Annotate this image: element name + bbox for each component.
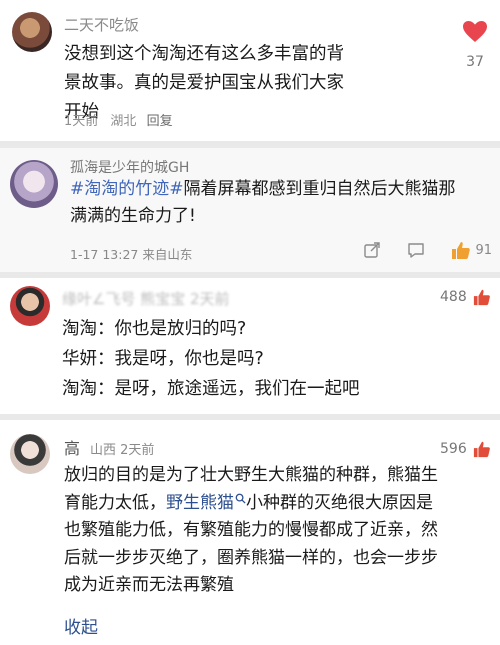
username[interactable]: 二天不吃饭 <box>64 14 139 35</box>
like-button[interactable]: 91 <box>451 240 492 260</box>
heart-icon <box>463 21 487 42</box>
avatar[interactable] <box>10 434 50 474</box>
avatar[interactable] <box>10 160 58 208</box>
comment-text-span: 小种群的灭绝很大原因是 <box>246 492 433 513</box>
location-time: 山西 2天前 <box>90 443 155 458</box>
comment-line: 成为近亲而无法再繁殖 <box>64 575 234 595</box>
comment-line: 淘淘：是呀，旅途遥远，我们在一起吧 <box>62 379 360 399</box>
like-button[interactable]: 488 <box>440 288 491 306</box>
comment-card-3: 缘叶∠飞号 熊宝宝 2天前 淘淘：你也是放归的吗? 华妍：我是呀，你也是吗? 淘… <box>0 278 500 414</box>
like-button[interactable]: 596 <box>440 440 491 458</box>
comment-line: 后就一步步灭绝了，圈养熊猫一样的，也会一步步 <box>64 547 438 568</box>
like-button[interactable]: 37 <box>457 20 493 70</box>
comment-text: #淘淘的竹迹#隔着屏幕都感到重归自然后大熊猫那 满满的生命力了! <box>70 176 485 230</box>
comment-line: 育能力太低，野生熊猫 小种群的灭绝很大原因是 <box>64 490 484 518</box>
comment-line: 满满的生命力了! <box>70 206 196 226</box>
comment-text: 淘淘：你也是放归的吗? 华妍：我是呀，你也是吗? 淘淘：是呀，旅途遥远，我们在一… <box>62 314 442 404</box>
comment-meta: 1-17 13:27 来自山东 <box>70 247 193 262</box>
comment-icon <box>408 243 425 258</box>
comment-meta: 1天前 湖北 回复 <box>64 110 173 129</box>
like-count: 91 <box>475 242 492 258</box>
comment-text-span: 隔着屏幕都感到重归自然后大熊猫那 <box>183 179 456 199</box>
comment-line: 没想到这个淘淘还有这么多丰富的背 <box>64 44 344 64</box>
comment-card-2: 孤海是少年的城GH #淘淘的竹迹#隔着屏幕都感到重归自然后大熊猫那 满满的生命力… <box>0 148 500 272</box>
avatar[interactable] <box>12 12 52 52</box>
comment-line: 淘淘：你也是放归的吗? <box>62 319 247 339</box>
thumbs-up-icon <box>473 289 490 306</box>
topic-link-label: 野生熊猫 <box>166 492 234 513</box>
comment-card-4: 高山西 2天前 放归的目的是为了壮大野生大熊猫的种群，熊猫生 育能力太低，野生熊… <box>0 420 500 645</box>
timestamp: 1天前 <box>64 114 99 129</box>
thumbs-up-icon <box>473 441 490 458</box>
share-icon <box>364 242 381 258</box>
like-count: 488 <box>440 289 467 305</box>
comment-card-1: 二天不吃饭 没想到这个淘淘还有这么多丰富的背 景故事。真的是爱护国宝从我们大家 … <box>0 0 500 141</box>
username-blurred[interactable]: 缘叶∠飞号 熊宝宝 2天前 <box>62 288 230 309</box>
action-bar: 91 <box>363 240 492 260</box>
share-button[interactable] <box>363 241 381 259</box>
topic-link[interactable]: 野生熊猫 <box>166 493 246 513</box>
comment-line: 也繁殖能力低，有繁殖能力的慢慢都成了近亲，然 <box>64 520 438 540</box>
comment-text-span: 育能力太低， <box>64 492 166 513</box>
comment-text: 放归的目的是为了壮大野生大熊猫的种群，熊猫生 育能力太低，野生熊猫 小种群的灭绝很… <box>64 462 484 600</box>
reply-button[interactable]: 回复 <box>147 114 173 129</box>
comment-line: 华妍：我是呀，你也是吗? <box>62 349 264 369</box>
username[interactable]: 孤海是少年的城GH <box>70 157 189 177</box>
hashtag-link[interactable]: #淘淘的竹迹# <box>70 179 184 199</box>
avatar[interactable] <box>10 286 50 326</box>
search-icon <box>235 493 246 504</box>
comment-line: 放归的目的是为了壮大野生大熊猫的种群，熊猫生 <box>64 465 438 485</box>
comment-line: 景故事。真的是爱护国宝从我们大家 <box>64 73 344 93</box>
like-count: 596 <box>440 441 467 457</box>
username-row: 高山西 2天前 <box>64 435 154 459</box>
comment-line: #淘淘的竹迹#隔着屏幕都感到重归自然后大熊猫那 <box>70 176 485 203</box>
thumbs-up-icon <box>452 242 471 259</box>
username[interactable]: 高 <box>64 439 80 458</box>
location: 湖北 <box>110 114 137 129</box>
like-count: 37 <box>466 54 484 70</box>
collapse-button[interactable]: 收起 <box>64 613 98 638</box>
comment-button[interactable] <box>407 241 425 259</box>
